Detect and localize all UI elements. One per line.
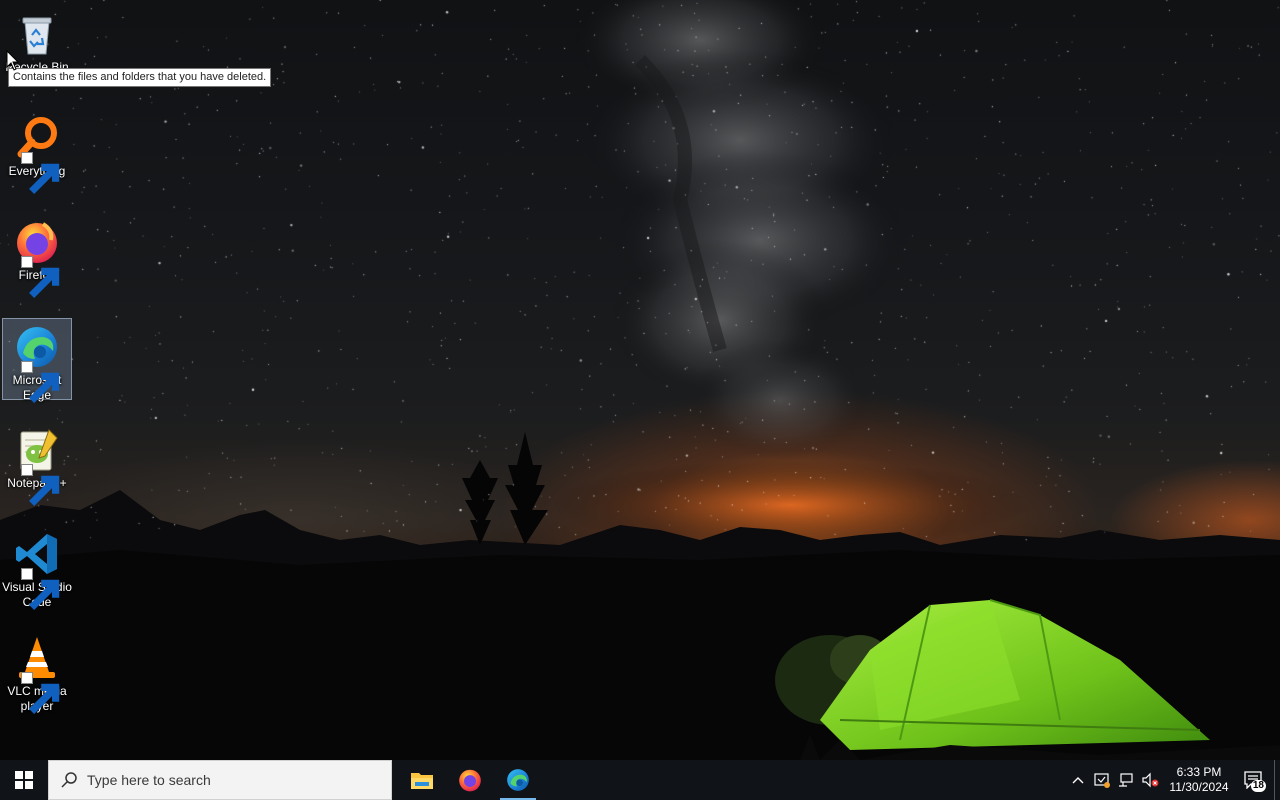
notepadpp-icon — [13, 426, 61, 506]
firefox-icon — [459, 769, 481, 792]
taskbar-clock[interactable]: 6:33 PM 11/30/2024 — [1164, 765, 1234, 795]
desktop-icon-vscode[interactable]: Visual Studio Code — [2, 526, 72, 610]
volume-muted-icon[interactable] — [1138, 760, 1162, 800]
desktop-icon-vlc[interactable]: VLC media player — [2, 630, 72, 714]
edge-icon — [13, 323, 61, 403]
action-center-button[interactable]: 18 — [1234, 760, 1274, 800]
search-icon — [61, 772, 77, 788]
clock-date: 11/30/2024 — [1169, 780, 1229, 794]
vlc-icon — [13, 634, 61, 714]
taskbar-firefox[interactable] — [446, 760, 494, 800]
taskbar-file-explorer[interactable] — [398, 760, 446, 800]
notification-count-badge: 18 — [1250, 780, 1266, 792]
mouse-cursor-icon — [6, 50, 20, 71]
shortcut-arrow-icon — [21, 152, 60, 194]
firefox-icon — [13, 218, 61, 298]
shortcut-arrow-icon — [21, 568, 60, 610]
desktop-icon-firefox[interactable]: Firefox — [2, 214, 72, 298]
vscode-icon — [13, 530, 61, 610]
file-explorer-icon — [411, 773, 433, 789]
network-icon[interactable] — [1114, 760, 1138, 800]
shortcut-arrow-icon — [21, 464, 60, 506]
taskbar: Type here to search 6:33 PM 11/30/2024 1… — [0, 760, 1280, 800]
search-placeholder: Type here to search — [87, 772, 211, 788]
tooltip: Contains the files and folders that you … — [8, 68, 272, 87]
everything-search-icon — [13, 114, 61, 194]
desktop-icon-everything[interactable]: Everything — [2, 110, 72, 194]
taskbar-microsoft-edge[interactable] — [494, 760, 542, 800]
shortcut-arrow-icon — [21, 672, 60, 714]
system-tray: 6:33 PM 11/30/2024 18 — [1066, 760, 1280, 800]
clock-time: 6:33 PM — [1176, 765, 1222, 779]
show-hidden-icons-chevron-icon[interactable] — [1066, 760, 1090, 800]
show-desktop-button[interactable] — [1274, 760, 1280, 800]
start-button[interactable] — [0, 760, 48, 800]
desktop-icon-microsoft-edge[interactable]: Microsoft Edge — [2, 318, 72, 403]
desktop-wallpaper — [0, 0, 1280, 760]
taskbar-search-box[interactable]: Type here to search — [48, 760, 392, 800]
shortcut-arrow-icon — [21, 361, 60, 403]
desktop-icon-notepadpp[interactable]: Notepad++ — [2, 422, 72, 506]
shortcut-arrow-icon — [21, 256, 60, 298]
windows-logo-icon — [15, 771, 33, 789]
security-icon[interactable] — [1090, 760, 1114, 800]
recycle-bin-icon — [13, 10, 61, 58]
edge-icon — [507, 769, 529, 791]
